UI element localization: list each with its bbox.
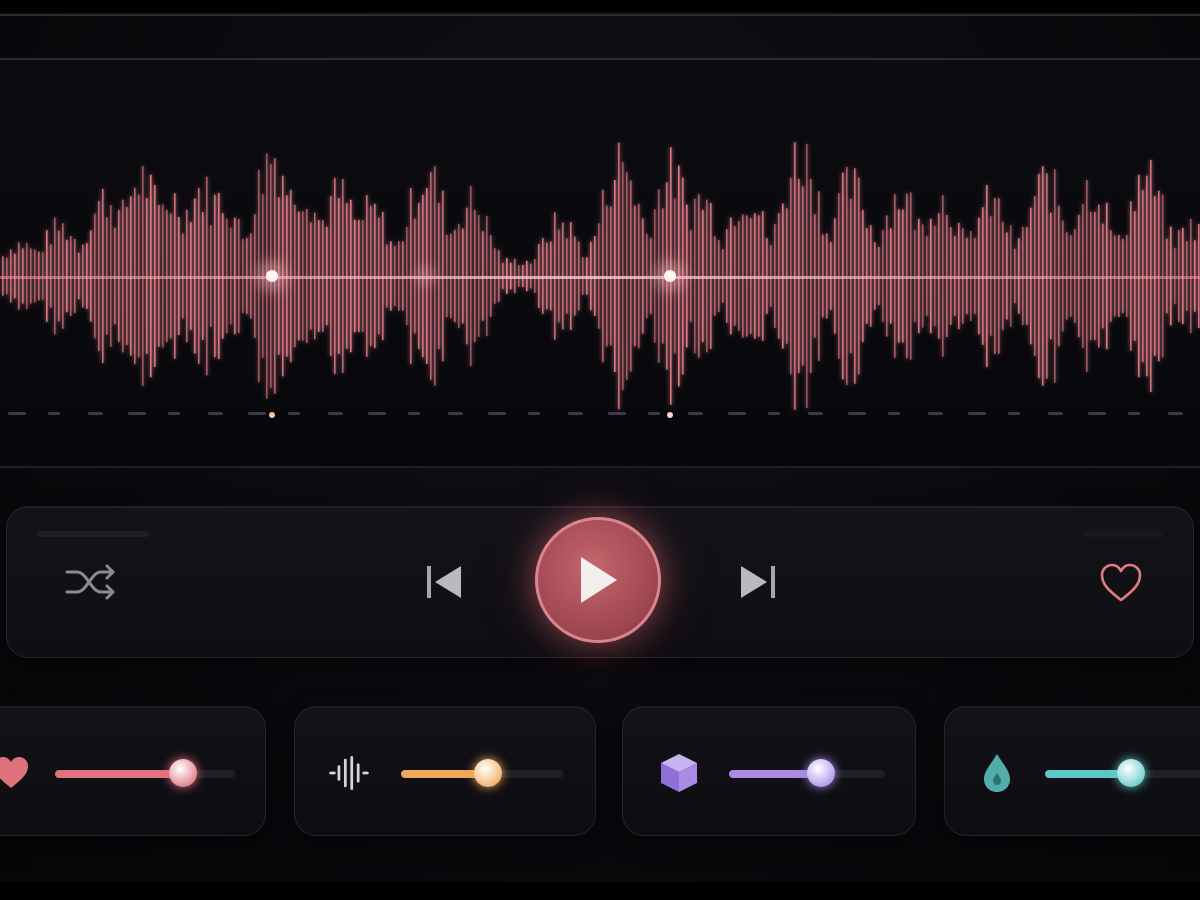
waveform-panel[interactable] (0, 58, 1200, 468)
play-icon (581, 557, 617, 603)
cube-icon (661, 754, 697, 792)
previous-button[interactable] (413, 557, 473, 607)
timeline-tick (848, 412, 866, 415)
marker-glow-3 (416, 266, 436, 286)
timeline-tick (688, 412, 703, 415)
timeline-tick (448, 412, 463, 415)
module-drop-icon-wrap[interactable] (975, 751, 1019, 795)
timeline-tick (888, 412, 900, 415)
module-heart (0, 706, 266, 836)
module-waveform-slider[interactable] (401, 759, 563, 787)
app-window (0, 0, 1200, 900)
timeline-tick (128, 412, 146, 415)
timeline-tick (928, 412, 943, 415)
timeline-tick (1088, 412, 1106, 415)
timeline-tick (488, 412, 506, 415)
shuffle-icon (65, 564, 115, 600)
timeline-tick (968, 412, 986, 415)
timeline-tick (608, 412, 626, 415)
window-top-edge (0, 0, 1200, 12)
waveform-bars-icon (329, 756, 369, 790)
top-divider (0, 14, 1200, 16)
module-drop (944, 706, 1200, 836)
module-cube (622, 706, 916, 836)
heart-icon (0, 757, 28, 788)
waveform-centerline (0, 276, 1200, 279)
timeline-tick (168, 412, 180, 415)
timeline-tick (368, 412, 386, 415)
timeline-ticks (8, 412, 1183, 415)
play-button[interactable] (535, 517, 661, 643)
mini-progress-left (37, 531, 149, 537)
timeline-tick (768, 412, 780, 415)
waveform-display[interactable] (0, 60, 1200, 466)
timeline-tick (648, 412, 660, 415)
module-heart-slider[interactable] (55, 759, 235, 787)
timeline-tick (408, 412, 420, 415)
timeline-tick (248, 412, 266, 415)
timeline-tick (328, 412, 343, 415)
next-button[interactable] (729, 557, 789, 607)
timeline-tick (568, 412, 583, 415)
timeline-tick (1048, 412, 1063, 415)
timeline-tick (8, 412, 26, 415)
module-drop-slider[interactable] (1045, 759, 1200, 787)
transport-controls (6, 506, 1194, 658)
skip-next-icon (741, 566, 775, 598)
module-cube-slider[interactable] (729, 759, 885, 787)
timeline-tick (528, 412, 540, 415)
module-heart-icon-wrap[interactable] (0, 751, 33, 795)
skip-previous-icon (427, 566, 461, 598)
timeline-marker-1[interactable] (269, 412, 275, 418)
timeline-tick (1168, 412, 1183, 415)
timeline-tick (88, 412, 103, 415)
timeline-tick (1128, 412, 1140, 415)
module-waveform-icon-wrap[interactable] (327, 751, 371, 795)
shuffle-button[interactable] (59, 557, 123, 607)
slider-thumb[interactable] (807, 759, 836, 787)
timeline-tick (1008, 412, 1020, 415)
timeline-tick (288, 412, 300, 415)
timeline-tick (808, 412, 823, 415)
mini-progress-right (1083, 531, 1163, 537)
slider-thumb[interactable] (1116, 759, 1145, 787)
timeline-marker-2[interactable] (667, 412, 673, 418)
timeline-tick (48, 412, 60, 415)
window-bottom-edge (0, 882, 1200, 900)
drop-icon (984, 754, 1010, 792)
favorite-button[interactable] (1093, 557, 1149, 609)
module-cube-icon-wrap[interactable] (657, 751, 701, 795)
timeline-tick (208, 412, 223, 415)
slider-fill (55, 770, 183, 778)
slider-thumb[interactable] (474, 759, 503, 787)
heart-outline-icon (1100, 563, 1142, 602)
slider-thumb[interactable] (168, 759, 197, 787)
module-waveform (294, 706, 596, 836)
playhead-dot-1[interactable] (266, 270, 278, 282)
timeline-tick (728, 412, 746, 415)
playhead-dot-2[interactable] (664, 270, 676, 282)
